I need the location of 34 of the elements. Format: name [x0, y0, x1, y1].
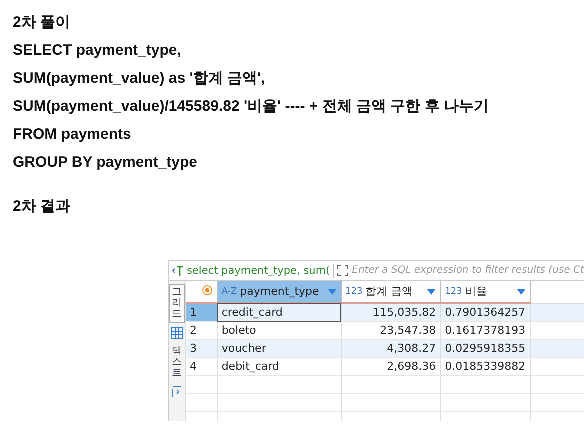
- table-cell[interactable]: credit_card: [217, 303, 342, 322]
- view-tab[interactable]: 그리드: [169, 284, 185, 323]
- dropdown-arrow-icon[interactable]: [328, 288, 337, 294]
- expand-icon[interactable]: [337, 264, 350, 276]
- column-header[interactable]: 123 합계 금액: [341, 281, 441, 303]
- row-number[interactable]: 2: [186, 322, 218, 340]
- table-cell[interactable]: 2,698.36: [341, 358, 441, 376]
- dropdown-arrow-icon[interactable]: [516, 288, 526, 294]
- row-number[interactable]: 1: [186, 303, 218, 322]
- table-cell[interactable]: voucher: [217, 340, 342, 358]
- view-tab[interactable]: 텍스트: [169, 343, 185, 382]
- sql-text-icon: [172, 264, 184, 276]
- code-line: GROUP BY payment_type: [13, 153, 198, 173]
- query-preview[interactable]: select payment_type, sum(: [187, 264, 330, 276]
- row-number[interactable]: 3: [186, 340, 218, 358]
- table-cell[interactable]: 4,308.27: [341, 340, 441, 358]
- table-cell[interactable]: 0.0295918355: [440, 340, 530, 358]
- code-line: FROM payments: [13, 125, 132, 145]
- table-cell[interactable]: 0.7901364257: [440, 303, 530, 322]
- table-cell[interactable]: 115,035.82: [341, 303, 441, 322]
- table-cell[interactable]: debit_card: [217, 358, 342, 376]
- section-heading: 2차 결과: [13, 197, 71, 217]
- text-view-icon[interactable]: [171, 386, 183, 398]
- code-line: SUM(payment_value)/145589.82 '비율' ---- + 전체 금액 구한 후 나누기: [13, 97, 489, 117]
- dropdown-arrow-icon[interactable]: [427, 288, 436, 294]
- grid-icon[interactable]: [171, 327, 183, 339]
- column-header[interactable]: 123 비율: [440, 281, 530, 303]
- column-header[interactable]: A-Z payment_type: [217, 281, 342, 303]
- select-all-icon[interactable]: [202, 284, 213, 296]
- section-heading: 2차 풀이: [13, 13, 71, 33]
- code-line: SUM(payment_value) as '합계 금액',: [13, 69, 266, 89]
- table-cell[interactable]: 0.0185339882: [440, 358, 530, 376]
- code-line: SELECT payment_type,: [13, 41, 182, 61]
- row-number[interactable]: 4: [186, 358, 218, 376]
